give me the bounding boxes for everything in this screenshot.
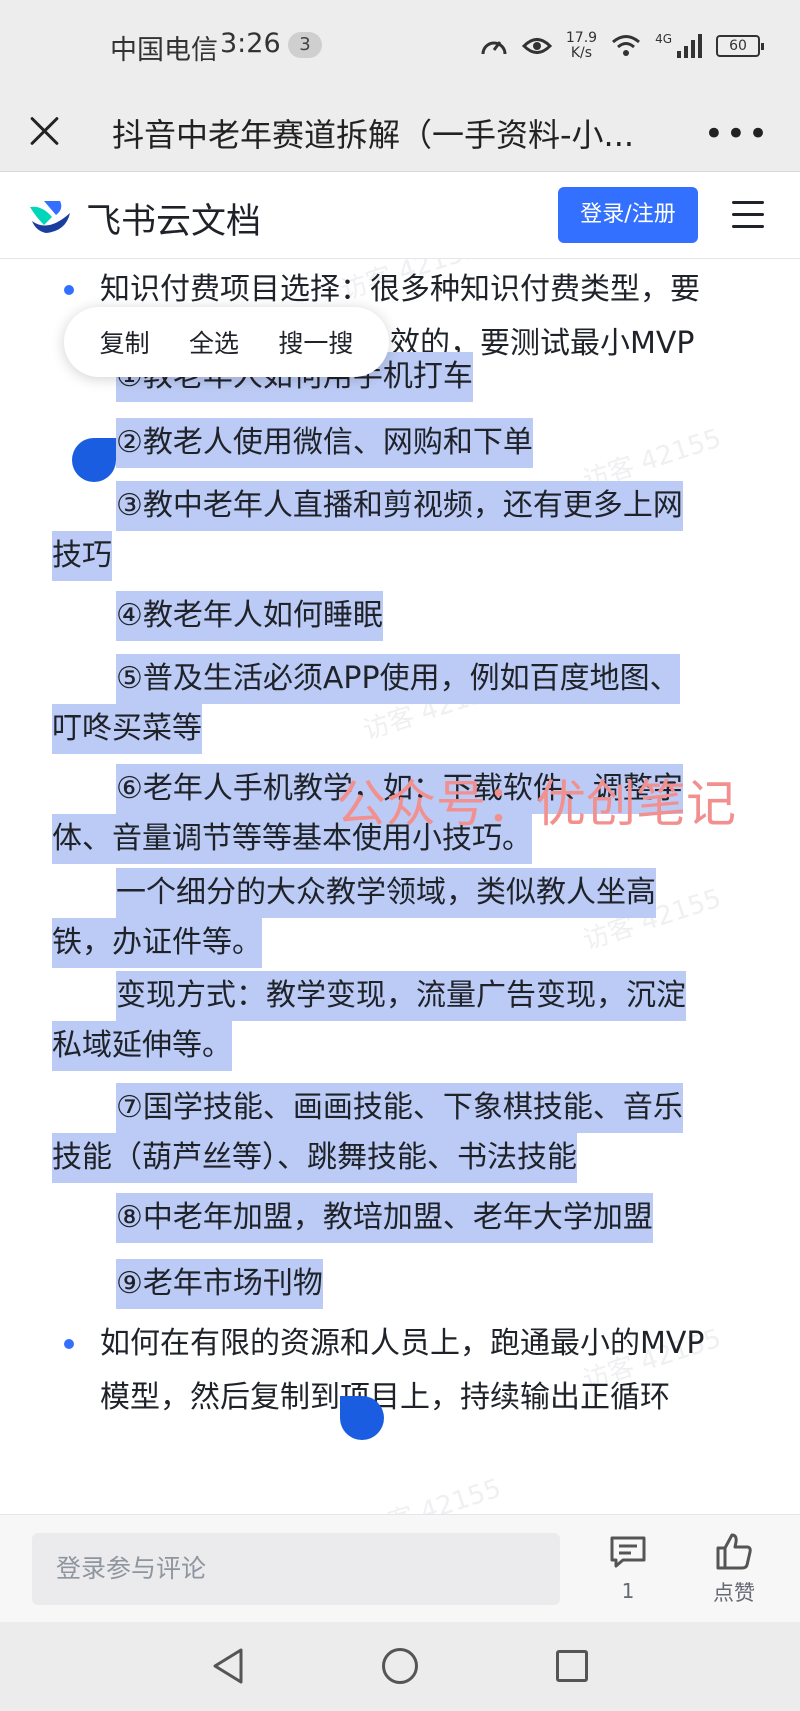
more-options-button[interactable]: •••	[704, 114, 770, 154]
wifi-icon	[612, 35, 641, 56]
login-register-button[interactable]: 登录/注册	[558, 187, 698, 243]
list-item-continued: 叮咚买菜等	[52, 704, 202, 754]
list-item: ⑤普及生活必须APP使用，例如百度地图、	[116, 654, 680, 704]
status-icons: 17.9 K/s 4G 60	[480, 26, 764, 66]
select-all-menu-item[interactable]: 全选	[189, 324, 239, 360]
list-item: ③教中老年人直播和剪视频，还有更多上网	[116, 481, 683, 531]
selection-start-handle[interactable]	[72, 438, 116, 482]
list-item-continued: 技巧	[52, 531, 112, 581]
recent-apps-square-icon[interactable]	[556, 1650, 588, 1682]
comment-input[interactable]: 登录参与评论	[32, 1533, 560, 1605]
home-circle-icon[interactable]	[382, 1648, 418, 1684]
text-selection-menu: 复制 全选 搜一搜	[64, 307, 389, 377]
promo-overlay-text: 公众号：优创笔记	[336, 775, 736, 833]
bullet-dot	[64, 285, 74, 295]
paragraph-line: 模型，然后复制到项目上，持续输出正循环	[100, 1380, 670, 1415]
eye-icon	[521, 38, 552, 54]
list-item-continued: 技能（葫芦丝等）、跳舞技能、书法技能	[52, 1133, 577, 1183]
clock: 3:26	[220, 28, 281, 59]
document-body[interactable]: 访客 42155 访客 42155 访客 42155 访客 42155 访客 4…	[0, 259, 800, 1514]
search-menu-item[interactable]: 搜一搜	[278, 324, 353, 360]
list-item: 变现方式：教学变现，流量广告变现，沉淀	[116, 971, 686, 1021]
phone-screen: 中国电信 3:26 3 17.9 K/s 4G 60 抖音中老年赛道拆解（一手资…	[0, 0, 800, 1711]
list-item-continued: 铁，办证件等。	[52, 918, 262, 968]
list-item: ④教老年人如何睡眠	[116, 591, 383, 641]
list-item-continued: 私域延伸等。	[52, 1021, 232, 1071]
signal-icon	[677, 34, 702, 58]
comment-bar: 登录参与评论 1 点赞	[0, 1514, 800, 1622]
list-item: ⑧中老年加盟，教培加盟、老年大学加盟	[116, 1193, 653, 1243]
paragraph-line: 如何在有限的资源和人员上，跑通最小的MVP	[100, 1326, 705, 1361]
watermark: 访客 42155	[359, 1473, 505, 1514]
system-navigation-bar	[0, 1622, 800, 1711]
like-button[interactable]: 点赞	[706, 1531, 762, 1607]
list-item: ⑦国学技能、画画技能、下象棋技能、音乐	[116, 1083, 683, 1133]
carrier-name: 中国电信	[110, 35, 218, 66]
comment-icon	[610, 1536, 646, 1568]
speedometer-icon	[481, 41, 507, 55]
page-title: 抖音中老年赛道拆解（一手资料-小...	[112, 116, 635, 154]
thumbs-up-icon	[716, 1533, 752, 1570]
network-speed: 17.9 K/s	[565, 30, 598, 61]
comment-button[interactable]: 1	[606, 1535, 650, 1603]
webview-title-bar: 抖音中老年赛道拆解（一手资料-小... •••	[0, 90, 800, 172]
battery-icon: 60	[716, 35, 764, 57]
app-header: 飞书云文档 登录/注册	[0, 173, 800, 259]
hamburger-menu-icon[interactable]	[732, 201, 764, 229]
list-item: ②教老人使用微信、网购和下单	[116, 418, 533, 468]
bullet-dot	[64, 1339, 74, 1349]
close-icon[interactable]	[22, 108, 68, 154]
selection-end-handle[interactable]	[340, 1396, 384, 1440]
comment-count: 1	[621, 1579, 635, 1603]
back-triangle-icon[interactable]	[210, 1646, 246, 1686]
network-type: 4G	[655, 32, 672, 46]
notification-count-badge: 3	[288, 32, 322, 58]
brand-name: 飞书云文档	[86, 202, 262, 242]
feishu-logo-icon	[30, 201, 70, 233]
copy-menu-item[interactable]: 复制	[100, 324, 150, 360]
list-item: 一个细分的大众教学领域，类似教人坐高	[116, 868, 656, 918]
status-bar: 中国电信 3:26 3 17.9 K/s 4G 60	[0, 0, 800, 90]
list-item: ⑨老年市场刊物	[116, 1259, 323, 1309]
like-label: 点赞	[713, 1581, 755, 1605]
